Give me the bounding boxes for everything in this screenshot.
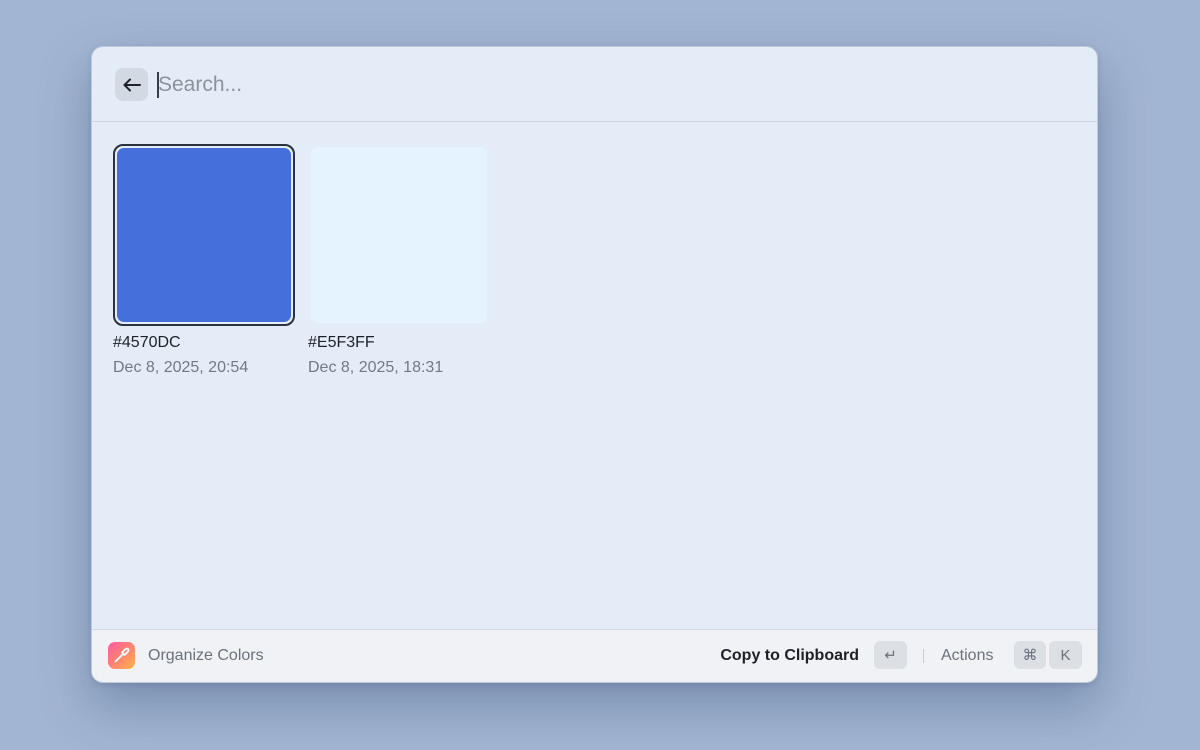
color-hex-label: #E5F3FF — [308, 334, 375, 351]
color-swatch — [117, 148, 291, 322]
color-card[interactable]: #E5F3FF Dec 8, 2025, 18:31 — [308, 144, 490, 378]
search-bar — [92, 47, 1097, 122]
organize-colors-window: #4570DC Dec 8, 2025, 20:54 #E5F3FF Dec 8… — [91, 46, 1098, 683]
extension-title: Organize Colors — [148, 647, 264, 664]
color-card[interactable]: #4570DC Dec 8, 2025, 20:54 — [113, 144, 295, 378]
actions-button[interactable]: Actions — [941, 646, 993, 666]
search-input[interactable] — [158, 66, 1038, 104]
action-bar: Organize Colors Copy to Clipboard ↵ Acti… — [92, 629, 1097, 682]
enter-key-badge: ↵ — [874, 641, 907, 669]
color-swatch-frame — [113, 144, 295, 326]
command-key-badge: ⌘ — [1014, 641, 1046, 669]
color-picker-icon — [108, 642, 135, 669]
color-swatch — [311, 147, 487, 323]
arrow-left-icon — [123, 78, 141, 92]
color-swatch-frame — [308, 144, 490, 326]
back-button[interactable] — [115, 68, 148, 101]
color-hex-label: #4570DC — [113, 334, 181, 351]
action-divider — [923, 649, 924, 663]
k-key-badge: K — [1049, 641, 1082, 669]
color-date-label: Dec 8, 2025, 20:54 — [113, 359, 249, 376]
color-date-label: Dec 8, 2025, 18:31 — [308, 359, 444, 376]
copy-to-clipboard-button[interactable]: Copy to Clipboard — [720, 646, 859, 666]
